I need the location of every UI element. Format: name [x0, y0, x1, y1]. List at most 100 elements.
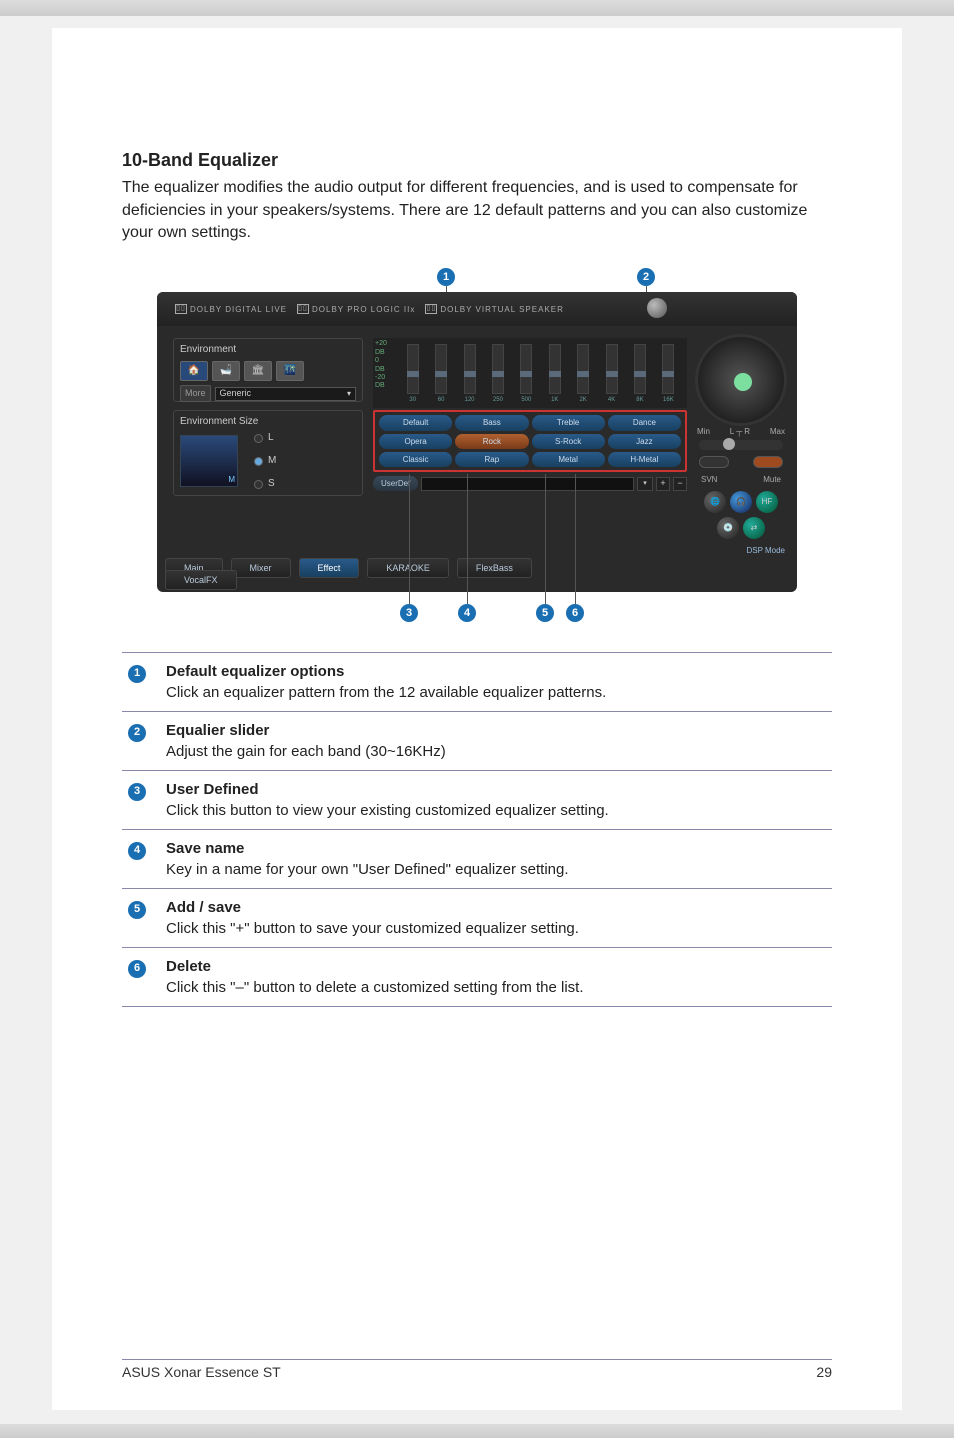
eq-band-4k[interactable]: 4K — [599, 342, 624, 404]
svn-mute-row — [699, 456, 783, 468]
eq-band-1k[interactable]: 1K — [542, 342, 567, 404]
footer-left: ASUS Xonar Essence ST — [122, 1364, 281, 1380]
window-bottom-bar — [0, 1424, 954, 1438]
globe-small-icon[interactable]: 🌐 — [704, 491, 726, 513]
brand-dolby-prologic: ▯▯DOLBY PRO LOGIC IIx — [297, 304, 415, 315]
tab-vocalfx[interactable]: VocalFX — [165, 570, 237, 591]
size-radio-S[interactable]: S — [254, 477, 276, 491]
radio-dot-icon — [254, 480, 263, 489]
window-top-bar — [0, 0, 954, 16]
callout-line — [545, 474, 546, 604]
callout-badge-6: 6 — [566, 604, 584, 622]
environment-icons: 🏠 🛁 🏛 🌃 — [180, 361, 356, 381]
row-title: Add / save — [166, 897, 826, 918]
screenshot-figure: 1 2 ▯▯DOLBY DIGITAL LIVE ▯▯DOLBY PRO LOG… — [157, 268, 797, 622]
eq-band-16k[interactable]: 16K — [656, 342, 681, 404]
preset-dance[interactable]: Dance — [608, 415, 681, 430]
row-badge-2: 2 — [128, 724, 146, 742]
row-body: Click this button to view your existing … — [166, 802, 609, 819]
size-radio-M[interactable]: M — [254, 454, 276, 468]
equalizer-area: +20 DB 0 DB -20 DB 30 60 120 250 — [373, 338, 687, 491]
tab-effect[interactable]: Effect — [299, 558, 360, 579]
document-page: 10-Band Equalizer The equalizer modifies… — [52, 28, 902, 1410]
section-body: The equalizer modifies the audio output … — [122, 177, 832, 244]
env-preset-icon-4[interactable]: 🌃 — [276, 361, 304, 381]
preset-default[interactable]: Default — [379, 415, 452, 430]
env-preset-icon-2[interactable]: 🛁 — [212, 361, 240, 381]
eq-band-500[interactable]: 500 — [514, 342, 539, 404]
equalizer-presets: Default Bass Treble Dance Opera Rock S-R… — [373, 410, 687, 472]
hf-icon[interactable]: HF — [756, 491, 778, 513]
preset-srock[interactable]: S-Rock — [532, 434, 605, 449]
row-body: Adjust the gain for each band (30~16KHz) — [166, 743, 446, 760]
eq-band-8k[interactable]: 8K — [627, 342, 652, 404]
radio-dot-icon — [254, 434, 263, 443]
brand-dolby-virtual: ▯▯DOLBY VIRTUAL SPEAKER — [425, 304, 564, 315]
preset-rap[interactable]: Rap — [455, 452, 528, 467]
preset-classic[interactable]: Classic — [379, 452, 452, 467]
headphone-icon[interactable]: 🎧 — [730, 491, 752, 513]
eq-band-60[interactable]: 60 — [428, 342, 453, 404]
env-preset-icon-1[interactable]: 🏠 — [180, 361, 208, 381]
row-title: Equalier slider — [166, 720, 826, 741]
preset-hmetal[interactable]: H-Metal — [608, 452, 681, 467]
volume-knob[interactable] — [695, 334, 787, 426]
bath-icon: 🛁 — [220, 364, 232, 378]
userdef-name-field[interactable] — [421, 477, 634, 491]
userdef-add-button[interactable]: + — [656, 477, 670, 491]
room-3d-graphic — [180, 435, 238, 487]
row-badge-4: 4 — [128, 842, 146, 860]
radio-dot-icon — [254, 457, 263, 466]
eq-band-120[interactable]: 120 — [457, 342, 482, 404]
size-radio-L[interactable]: L — [254, 431, 276, 445]
brand-dolby-digital: ▯▯DOLBY DIGITAL LIVE — [175, 304, 287, 315]
svn-toggle[interactable] — [699, 456, 729, 468]
preset-metal[interactable]: Metal — [532, 452, 605, 467]
eq-band-2k[interactable]: 2K — [570, 342, 595, 404]
row-badge-5: 5 — [128, 901, 146, 919]
row-body: Click this "–" button to delete a custom… — [166, 979, 584, 996]
globe-icon[interactable] — [647, 298, 667, 318]
mute-toggle[interactable] — [753, 456, 783, 468]
eq-band-250[interactable]: 250 — [485, 342, 510, 404]
eq-band-30[interactable]: 30 — [400, 342, 425, 404]
userdef-button[interactable]: UserDef — [373, 476, 418, 491]
row-title: Delete — [166, 956, 826, 977]
env-preset-icon-3[interactable]: 🏛 — [244, 361, 272, 381]
callout-line — [409, 474, 410, 604]
brand-bar: ▯▯DOLBY DIGITAL LIVE ▯▯DOLBY PRO LOGIC I… — [157, 292, 797, 326]
row-body: Click an equalizer pattern from the 12 a… — [166, 684, 606, 701]
userdef-delete-button[interactable]: − — [673, 477, 687, 491]
callouts-top: 1 2 — [157, 268, 797, 292]
callout-line — [467, 474, 468, 604]
preset-bass[interactable]: Bass — [455, 415, 528, 430]
eq-db-labels: +20 DB 0 DB -20 DB — [375, 340, 387, 390]
environment-dropdown[interactable]: Generic — [215, 387, 356, 401]
userdef-row: UserDef ▾ + − — [373, 476, 687, 491]
svn-mute-labels: SVNMute — [691, 474, 791, 485]
environment-more-button[interactable]: More — [180, 385, 211, 402]
tab-mixer[interactable]: Mixer — [231, 558, 291, 579]
right-column: Min L ┬ R Max SVNMute 🌐 🎧 — [691, 330, 791, 584]
audio-control-panel: ▯▯DOLBY DIGITAL LIVE ▯▯DOLBY PRO LOGIC I… — [157, 292, 797, 592]
disc-icon[interactable]: 💿 — [717, 517, 739, 539]
house-icon: 🏠 — [188, 364, 200, 378]
exchange-icon[interactable]: ⇄ — [743, 517, 765, 539]
preset-treble[interactable]: Treble — [532, 415, 605, 430]
volume-labels: Min L ┬ R Max — [691, 426, 791, 437]
preset-jazz[interactable]: Jazz — [608, 434, 681, 449]
table-row: 1 Default equalizer options Click an equ… — [122, 653, 832, 712]
callout-badge-1: 1 — [437, 268, 455, 286]
footer-page-number: 29 — [816, 1364, 832, 1380]
userdef-dropdown[interactable]: ▾ — [637, 477, 653, 491]
mode-icons: 🌐 🎧 HF 💿 ⇄ — [697, 491, 785, 539]
environment-size-box: Environment Size L M S — [173, 410, 363, 496]
section-title: 10-Band Equalizer — [122, 148, 832, 173]
preset-rock[interactable]: Rock — [455, 434, 528, 449]
panel-body: Environment 🏠 🛁 🏛 🌃 More Generic — [167, 330, 687, 580]
preset-opera[interactable]: Opera — [379, 434, 452, 449]
balance-slider[interactable] — [699, 440, 783, 450]
row-badge-3: 3 — [128, 783, 146, 801]
equalizer-sliders[interactable]: +20 DB 0 DB -20 DB 30 60 120 250 — [373, 338, 687, 408]
tab-flexbass[interactable]: FlexBass — [457, 558, 532, 579]
